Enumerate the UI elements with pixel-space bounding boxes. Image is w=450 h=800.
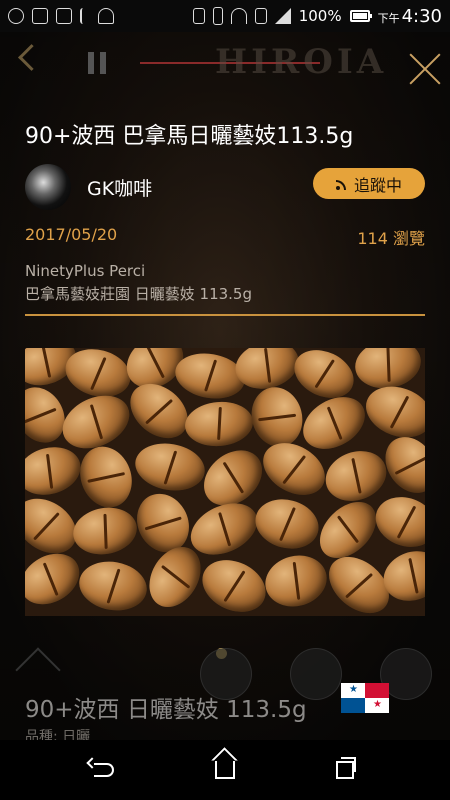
post-subtitle-line1: NinetyPlus Perci bbox=[25, 262, 146, 280]
android-icon bbox=[98, 8, 114, 24]
top-bar: HIROIA bbox=[0, 32, 450, 96]
vibrate-icon bbox=[212, 7, 223, 25]
app-icon bbox=[8, 8, 24, 24]
signal-icon bbox=[274, 8, 291, 24]
follow-label: 追蹤中 bbox=[353, 175, 402, 195]
battery-percent: 100% bbox=[298, 7, 342, 25]
usb-icon bbox=[80, 8, 90, 24]
code-icon bbox=[32, 8, 48, 24]
battery-icon bbox=[349, 10, 372, 22]
status-right-icons: 100% 下午 4:30 bbox=[192, 5, 442, 27]
divider bbox=[25, 314, 425, 316]
nfc-icon bbox=[192, 8, 205, 24]
author-row: GK咖啡 追蹤中 bbox=[25, 164, 425, 210]
clock: 4:30 bbox=[401, 5, 442, 27]
product-title: 90+波西 日曬藝妓 113.5g bbox=[25, 697, 307, 723]
sim-icon bbox=[254, 8, 267, 24]
recent-apps-icon[interactable] bbox=[325, 752, 365, 788]
chevron-up-icon[interactable] bbox=[15, 647, 61, 693]
time-ampm: 下午 bbox=[377, 11, 400, 25]
rss-icon bbox=[335, 178, 348, 190]
post-date: 2017/05/20 bbox=[25, 225, 118, 244]
panama-flag-icon: ★ ★ bbox=[341, 683, 389, 713]
coffee-beans-photo[interactable] bbox=[25, 348, 425, 616]
author-name[interactable]: GK咖啡 bbox=[87, 174, 152, 201]
code-icon bbox=[56, 8, 72, 24]
post-title: 90+波西 巴拿馬日曬藝妓113.5g bbox=[25, 124, 354, 149]
avatar[interactable] bbox=[25, 164, 71, 210]
post-subtitle-line2: 巴拿馬藝妓莊園 日曬藝妓 113.5g bbox=[25, 285, 253, 303]
close-icon[interactable] bbox=[408, 52, 442, 86]
view-count: 114 瀏覽 bbox=[357, 229, 425, 248]
post-detail-screen: HIROIA 90+波西 巴拿馬日曬藝妓113.5g GK咖啡 追蹤中 2017… bbox=[0, 32, 450, 740]
chevron-left-icon[interactable] bbox=[18, 44, 45, 71]
status-left-icons bbox=[8, 8, 114, 24]
home-icon[interactable] bbox=[205, 752, 245, 788]
system-nav-bar bbox=[0, 740, 450, 800]
status-bar: 100% 下午 4:30 bbox=[0, 0, 450, 32]
pause-icon[interactable] bbox=[88, 52, 106, 74]
brand-logo: HIROIA bbox=[215, 42, 388, 82]
product-variety: 品種: 日曬 bbox=[25, 729, 91, 740]
follow-button[interactable]: 追蹤中 bbox=[313, 168, 425, 199]
back-icon[interactable] bbox=[84, 752, 124, 788]
wifi-icon bbox=[230, 8, 247, 24]
